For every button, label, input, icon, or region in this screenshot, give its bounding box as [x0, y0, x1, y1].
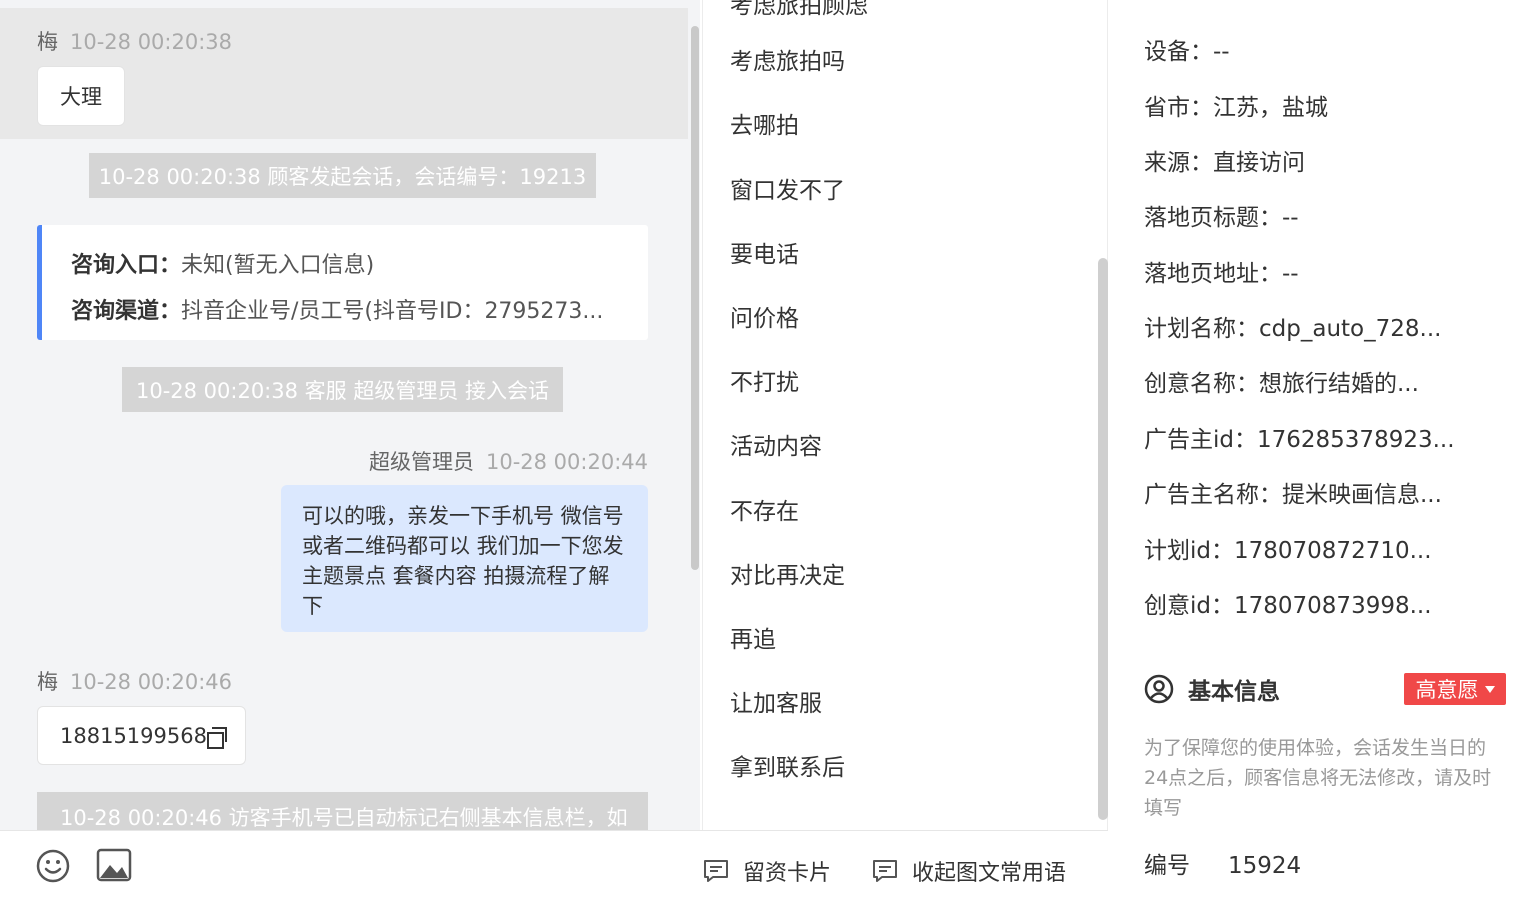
sender-name: 梅 [37, 670, 58, 694]
intent-dropdown[interactable]: 高意愿 [1404, 673, 1506, 705]
input-toolbar: 留资卡片 收起图文常用语 [0, 830, 1108, 899]
info-label: 落地页标题： [1144, 205, 1282, 231]
phrase-item[interactable]: 考虑旅拍吗 [730, 42, 845, 76]
info-label: 计划id： [1144, 538, 1234, 564]
chat-scrollbar-thumb[interactable] [691, 26, 699, 570]
info-row-landing-url: 落地页地址：-- [1144, 254, 1299, 288]
smiley-icon[interactable] [36, 849, 70, 883]
image-icon[interactable] [96, 848, 132, 882]
user-circle-icon [1144, 674, 1174, 704]
phrase-item[interactable]: 问价格 [730, 299, 799, 333]
phone-number-text: 18815199568 [60, 723, 207, 748]
customer-id-row: 编号 15924 [1144, 846, 1301, 880]
info-value: 176285378923... [1257, 427, 1455, 453]
message-icon [873, 860, 897, 882]
phrase-item[interactable]: 让加客服 [730, 684, 822, 718]
message-text: 大理 [60, 85, 102, 109]
agent-name: 超级管理员 [368, 450, 474, 474]
message-time: 10-28 00:20:44 [485, 450, 648, 474]
system-message-text: 10-28 00:20:38 客服 超级管理员 接入会话 [135, 378, 550, 403]
consult-channel-label: 咨询渠道： [71, 299, 182, 324]
customer-info-panel: 设备：-- 省市：江苏，盐城 来源：直接访问 落地页标题：-- 落地页地址：--… [1109, 0, 1519, 899]
info-label: 设备： [1144, 39, 1213, 65]
intent-label: 高意愿 [1415, 678, 1479, 702]
phrase-item[interactable]: 不存在 [730, 492, 799, 526]
info-value: 直接访问 [1213, 150, 1305, 176]
info-label: 广告主名称： [1144, 482, 1282, 508]
phrase-item[interactable]: 活动内容 [730, 427, 822, 461]
message-sender: 梅 10-28 00:20:46 [37, 666, 232, 696]
consult-channel-row: 咨询渠道：抖音企业号/员工号(抖音号ID：2795273... [71, 293, 603, 325]
consult-entry-label: 咨询入口： [71, 253, 182, 278]
info-value: 提米映画信息... [1282, 482, 1442, 508]
phrase-item[interactable]: 不打扰 [730, 363, 799, 397]
customer-message-bubble: 大理 [37, 66, 125, 126]
info-label: 广告主id： [1144, 427, 1257, 453]
system-message: 10-28 00:20:46 访客手机号已自动标记右侧基本信息栏，如 [37, 792, 648, 830]
info-value: -- [1282, 205, 1299, 231]
phrase-item[interactable]: 去哪拍 [730, 106, 799, 140]
phrase-item[interactable]: 对比再决定 [730, 556, 845, 590]
info-row-plan-name: 计划名称：cdp_auto_728... [1144, 309, 1441, 343]
info-row-creative-id: 创意id：178070873998... [1144, 586, 1432, 620]
info-label: 计划名称： [1144, 316, 1259, 342]
phrase-item[interactable]: 再追 [730, 620, 776, 654]
info-value: 江苏，盐城 [1213, 95, 1328, 121]
system-message: 10-28 00:20:38 顾客发起会话，会话编号：19213 [89, 153, 596, 198]
info-value: cdp_auto_728... [1259, 316, 1442, 342]
copy-icon[interactable] [206, 726, 227, 749]
caret-down-icon [1484, 685, 1495, 693]
consult-entry-value: 未知(暂无入口信息) [181, 253, 375, 278]
info-row-advertiser-id: 广告主id：176285378923... [1144, 420, 1455, 454]
info-value: -- [1213, 39, 1230, 65]
info-row-source: 来源：直接访问 [1144, 143, 1305, 177]
system-message-text: 10-28 00:20:38 顾客发起会话，会话编号：19213 [98, 164, 587, 189]
agent-message-header: 超级管理员 10-28 00:20:44 [369, 446, 648, 476]
info-row-plan-id: 计划id：178070872710... [1144, 531, 1432, 565]
info-value: 178070873998... [1234, 593, 1432, 619]
sender-name: 梅 [37, 30, 58, 54]
phrase-item[interactable]: 窗口发不了 [730, 171, 845, 205]
consult-entry-row: 咨询入口：未知(暂无入口信息) [71, 247, 374, 279]
info-row-creative-name: 创意名称：想旅行结婚的... [1144, 364, 1419, 398]
consult-channel-value: 抖音企业号/员工号(抖音号ID：2795273... [181, 299, 604, 324]
customer-message-bubble: 18815199568 [37, 706, 246, 765]
system-message-text: 10-28 00:20:46 访客手机号已自动标记右侧基本信息栏，如 [60, 806, 628, 830]
info-value: 想旅行结婚的... [1259, 371, 1419, 397]
info-value: -- [1282, 261, 1299, 287]
info-label: 创意名称： [1144, 371, 1259, 397]
quick-phrases-panel: 考虑旅拍顾虑 考虑旅拍吗 去哪拍 窗口发不了 要电话 问价格 不打扰 活动内容 … [702, 0, 1108, 830]
chat-panel: 梅 10-28 00:20:38 大理 10-28 00:20:38 顾客发起会话… [0, 0, 700, 830]
system-message: 10-28 00:20:38 客服 超级管理员 接入会话 [122, 367, 563, 412]
edit-notice: 为了保障您的使用体验，会话发生当日的24点之后，顾客信息将无法修改，请及时填写 [1144, 737, 1492, 819]
message-time: 10-28 00:20:46 [70, 670, 233, 694]
lead-card-label: 留资卡片 [743, 861, 832, 886]
phrase-item[interactable]: 考虑旅拍顾虑 [730, 0, 868, 20]
consult-info-card: 咨询入口：未知(暂无入口信息) 咨询渠道：抖音企业号/员工号(抖音号ID：279… [37, 225, 648, 340]
info-row-advertiser-name: 广告主名称：提米映画信息... [1144, 475, 1442, 509]
info-label: 省市： [1144, 95, 1213, 121]
section-title: 基本信息 [1188, 679, 1280, 705]
info-row-device: 设备：-- [1144, 32, 1230, 66]
collapse-phrases-label: 收起图文常用语 [912, 861, 1067, 886]
message-text: 可以的哦，亲发一下手机号 微信号或者二维码都可以 我们加一下您发主题景点 套餐内… [302, 504, 624, 618]
basic-info-header: 基本信息 [1144, 672, 1280, 706]
info-value: 178070872710... [1234, 538, 1432, 564]
info-label: 落地页地址： [1144, 261, 1282, 287]
message-sender: 梅 10-28 00:20:38 [37, 26, 232, 56]
phrases-scrollbar-thumb[interactable] [1098, 258, 1108, 820]
info-row-region: 省市：江苏，盐城 [1144, 88, 1328, 122]
phrase-item[interactable]: 拿到联系后 [730, 748, 845, 782]
message-icon [704, 860, 728, 882]
id-label: 编号 [1144, 853, 1190, 879]
id-value: 15924 [1228, 853, 1302, 879]
lead-card-button[interactable]: 留资卡片 [703, 855, 831, 887]
collapse-phrases-button[interactable]: 收起图文常用语 [872, 855, 1066, 887]
info-label: 来源： [1144, 150, 1213, 176]
info-row-landing-title: 落地页标题：-- [1144, 198, 1299, 232]
message-time: 10-28 00:20:38 [70, 30, 233, 54]
phrase-item[interactable]: 要电话 [730, 235, 799, 269]
info-label: 创意id： [1144, 593, 1234, 619]
agent-message-bubble: 可以的哦，亲发一下手机号 微信号或者二维码都可以 我们加一下您发主题景点 套餐内… [281, 485, 648, 632]
